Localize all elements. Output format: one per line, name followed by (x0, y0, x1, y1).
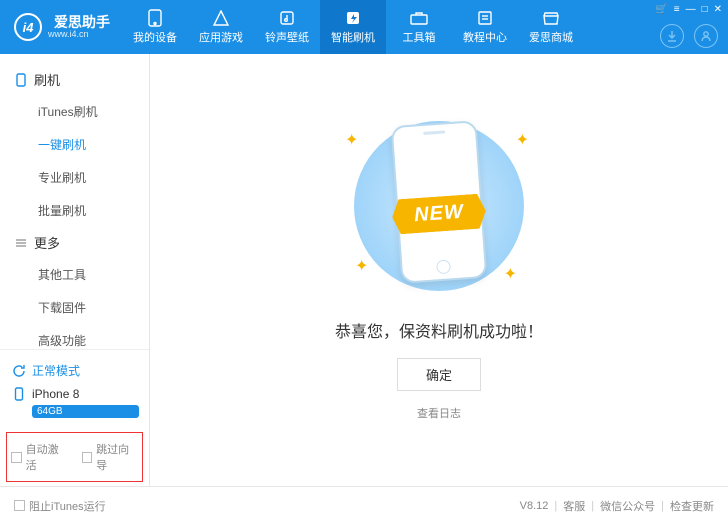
brand-sub: www.i4.cn (48, 29, 110, 40)
nav-label: 应用游戏 (199, 29, 243, 45)
sidebar-item-download-firmware[interactable]: 下载固件 (0, 291, 149, 324)
menu-icon[interactable]: ≡ (674, 4, 680, 15)
checkbox-label: 跳过向导 (96, 441, 138, 473)
minimize-button[interactable]: — (686, 4, 696, 15)
nav-my-device[interactable]: 我的设备 (122, 0, 188, 54)
separator: | (591, 500, 594, 512)
main-content: ✦ ✦ ✦ ✦ NEW 恭喜您，保资料刷机成功啦！ 确定 查看日志 (150, 54, 728, 486)
logo-mark-icon: i4 (14, 13, 42, 41)
user-button[interactable] (694, 24, 718, 48)
nav-ringtones[interactable]: 铃声壁纸 (254, 0, 320, 54)
sidebar: 刷机 iTunes刷机 一键刷机 专业刷机 批量刷机 更多 其他工具 下载固件 … (0, 54, 150, 486)
status-bar: 阻止iTunes运行 V8.12 | 客服 | 微信公众号 | 检查更新 (0, 486, 728, 524)
options-highlight-box: 自动激活 跳过向导 (6, 432, 143, 482)
toolbox-icon (409, 9, 429, 27)
nav-store[interactable]: 爱思商城 (518, 0, 584, 54)
version-text: V8.12 (520, 500, 549, 512)
device-icon (14, 73, 28, 87)
nav-flash[interactable]: 智能刷机 (320, 0, 386, 54)
storage-badge: 64GB (32, 405, 139, 418)
device-info[interactable]: iPhone 8 (10, 383, 139, 405)
nav-tutorials[interactable]: 教程中心 (452, 0, 518, 54)
sidebar-section-more: 更多 (0, 227, 149, 258)
header-actions (660, 24, 718, 48)
sidebar-section-flash: 刷机 (0, 64, 149, 95)
download-button[interactable] (660, 24, 684, 48)
checkbox-label: 自动激活 (26, 441, 68, 473)
sidebar-item-batch-flash[interactable]: 批量刷机 (0, 194, 149, 227)
top-nav: 我的设备 应用游戏 铃声壁纸 智能刷机 工具箱 教程中心 爱思商城 (122, 0, 584, 54)
new-ribbon: NEW (391, 193, 487, 234)
checkbox-icon (82, 452, 93, 463)
success-message: 恭喜您，保资料刷机成功啦！ (335, 318, 543, 342)
section-title: 更多 (34, 233, 60, 252)
sparkle-icon: ✦ (504, 264, 517, 284)
update-link[interactable]: 检查更新 (670, 498, 714, 514)
separator: | (554, 500, 557, 512)
sparkle-icon: ✦ (345, 130, 358, 150)
nav-label: 我的设备 (133, 29, 177, 45)
phone-icon (145, 9, 165, 27)
logo: i4 爱思助手 www.i4.cn (0, 13, 122, 41)
wechat-link[interactable]: 微信公众号 (600, 498, 655, 514)
checkbox-icon (11, 452, 22, 463)
sparkle-icon: ✦ (355, 256, 368, 276)
cart-icon[interactable]: 🛒 (655, 4, 667, 15)
window-controls: 🛒 ≡ — □ ✕ (655, 4, 722, 15)
separator: | (661, 500, 664, 512)
sidebar-item-pro-flash[interactable]: 专业刷机 (0, 161, 149, 194)
nav-label: 铃声壁纸 (265, 29, 309, 45)
checkbox-label: 阻止iTunes运行 (29, 498, 106, 514)
book-icon (475, 9, 495, 27)
refresh-icon (12, 364, 26, 378)
nav-label: 智能刷机 (331, 29, 375, 45)
brand-name: 爱思助手 (54, 15, 110, 29)
sidebar-item-advanced[interactable]: 高级功能 (0, 324, 149, 349)
nav-apps[interactable]: 应用游戏 (188, 0, 254, 54)
sparkle-icon: ✦ (516, 130, 529, 150)
store-icon (541, 9, 561, 27)
music-icon (277, 9, 297, 27)
nav-label: 爱思商城 (529, 29, 573, 45)
checkbox-skip-guide[interactable]: 跳过向导 (82, 441, 139, 473)
phone-icon (12, 387, 26, 401)
support-link[interactable]: 客服 (563, 498, 585, 514)
nav-label: 工具箱 (403, 29, 436, 45)
ok-button[interactable]: 确定 (397, 358, 481, 391)
checkbox-icon (14, 500, 25, 511)
sidebar-item-itunes-flash[interactable]: iTunes刷机 (0, 95, 149, 128)
sidebar-item-oneclick-flash[interactable]: 一键刷机 (0, 128, 149, 161)
list-icon (14, 236, 28, 250)
nav-toolbox[interactable]: 工具箱 (386, 0, 452, 54)
flash-icon (343, 9, 363, 27)
section-title: 刷机 (34, 70, 60, 89)
maximize-button[interactable]: □ (702, 4, 708, 15)
apps-icon (211, 9, 231, 27)
app-header: i4 爱思助手 www.i4.cn 我的设备 应用游戏 铃声壁纸 智能刷机 工具… (0, 0, 728, 54)
device-name: iPhone 8 (32, 387, 79, 401)
device-mode[interactable]: 正常模式 (10, 358, 139, 383)
nav-label: 教程中心 (463, 29, 507, 45)
close-button[interactable]: ✕ (714, 4, 722, 15)
sidebar-item-other-tools[interactable]: 其他工具 (0, 258, 149, 291)
view-log-link[interactable]: 查看日志 (417, 405, 461, 421)
mode-text: 正常模式 (32, 362, 80, 379)
checkbox-block-itunes[interactable]: 阻止iTunes运行 (14, 498, 106, 514)
success-illustration: ✦ ✦ ✦ ✦ NEW (319, 102, 559, 302)
checkbox-auto-activate[interactable]: 自动激活 (11, 441, 68, 473)
